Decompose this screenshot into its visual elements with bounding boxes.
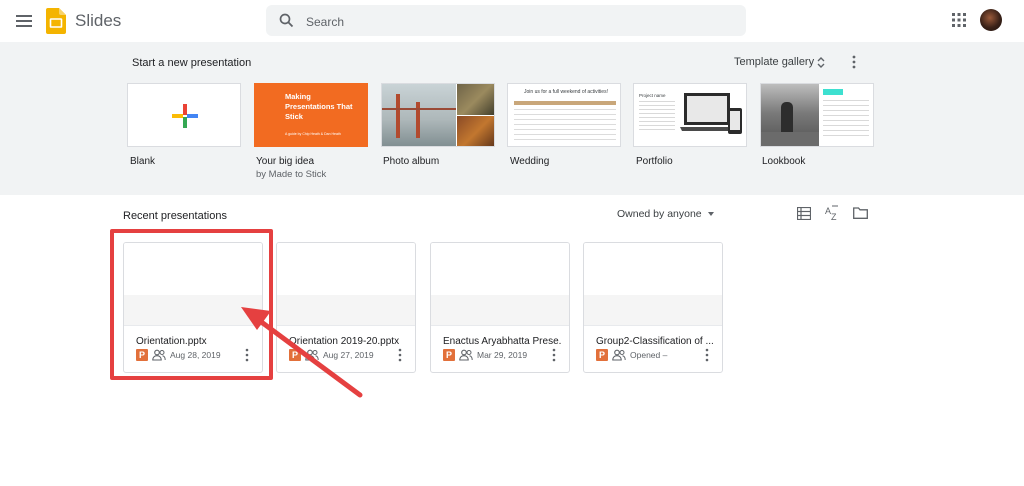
file-date: Aug 27, 2019 <box>323 350 374 360</box>
account-avatar[interactable] <box>980 9 1002 31</box>
template-subtitle: by Made to Stick <box>256 169 327 180</box>
unfold-icon[interactable] <box>817 56 825 69</box>
recent-presentations-title: Recent presentations <box>123 210 227 222</box>
powerpoint-icon: P <box>596 349 608 361</box>
more-vert-icon[interactable] <box>704 348 710 362</box>
main-menu-icon[interactable] <box>14 12 34 30</box>
app-name: Slides <box>75 11 122 30</box>
section-title: Start a new presentation <box>132 57 252 69</box>
shared-people-icon <box>612 349 626 361</box>
laptop-phone-illustration <box>680 93 742 134</box>
apps-grid-icon[interactable] <box>952 13 966 27</box>
photo-bridge-image <box>382 84 456 146</box>
lookbook-photo <box>761 84 819 146</box>
template-label: Your big idea <box>256 156 315 167</box>
template-thumb-subtext: A guide by Chip Heath & Dan Heath <box>285 132 341 136</box>
powerpoint-icon: P <box>443 349 455 361</box>
photo-landscape-image <box>457 84 494 115</box>
slides-logo-icon[interactable] <box>46 8 66 34</box>
start-new-presentation-section: Start a new presentation Template galler… <box>0 42 1024 195</box>
template-label: Lookbook <box>762 156 806 167</box>
template-thumb-title: Join us for a full weekend of activities… <box>524 89 608 95</box>
dropdown-caret-icon <box>707 212 714 217</box>
template-thumb-title: Making Presentations That Stick <box>285 92 353 121</box>
more-vert-icon[interactable] <box>851 55 857 69</box>
owner-filter-dropdown[interactable]: Owned by anyone <box>617 208 714 220</box>
folder-icon[interactable] <box>853 207 868 219</box>
shared-people-icon <box>459 349 473 361</box>
plus-icon <box>172 104 198 128</box>
search-input[interactable] <box>304 5 728 38</box>
file-name: Orientation 2019-20.pptx <box>289 336 400 347</box>
template-your-big-idea[interactable]: Making Presentations That Stick A guide … <box>254 83 368 147</box>
sort-az-icon[interactable]: A Z <box>824 205 840 221</box>
shared-people-icon <box>305 349 319 361</box>
list-view-icon[interactable] <box>797 207 811 220</box>
photo-food-image <box>457 116 494 146</box>
template-label: Blank <box>130 156 156 167</box>
template-thumb-title: Project name <box>639 93 666 98</box>
template-label: Wedding <box>510 156 550 167</box>
file-card[interactable]: Group2-Classification of ... P Opened – <box>583 242 723 373</box>
powerpoint-icon: P <box>289 349 301 361</box>
wedding-text-lines <box>514 109 616 143</box>
owner-filter-label: Owned by anyone <box>617 208 702 220</box>
wedding-bar <box>514 101 616 105</box>
more-vert-icon[interactable] <box>551 348 557 362</box>
portfolio-text-lines <box>639 101 675 131</box>
template-portfolio[interactable]: Project name <box>633 83 747 147</box>
file-card[interactable]: Orientation 2019-20.pptx P Aug 27, 2019 <box>276 242 416 373</box>
template-wedding[interactable]: Join us for a full weekend of activities… <box>507 83 621 147</box>
file-thumbnail <box>584 243 722 326</box>
file-thumbnail <box>277 243 415 326</box>
search-icon <box>279 13 294 28</box>
file-name: Group2-Classification of ... <box>596 336 714 347</box>
template-photo-album[interactable] <box>381 83 495 147</box>
file-card[interactable]: Enactus Aryabhatta Prese... P Mar 29, 20… <box>430 242 570 373</box>
template-blank[interactable] <box>127 83 241 147</box>
file-name: Enactus Aryabhatta Prese... <box>443 336 561 347</box>
lookbook-highlight-bar <box>823 89 843 95</box>
template-gallery-button[interactable]: Template gallery <box>734 56 814 68</box>
search-bar[interactable] <box>266 5 746 38</box>
template-label: Portfolio <box>636 156 673 167</box>
template-label: Photo album <box>383 156 440 167</box>
file-thumbnail <box>431 243 569 326</box>
more-vert-icon[interactable] <box>397 348 403 362</box>
file-date: Mar 29, 2019 <box>477 350 528 360</box>
lookbook-text-lines <box>823 100 869 140</box>
highlight-box-annotation <box>110 229 273 380</box>
svg-text:Z: Z <box>831 212 837 221</box>
file-date: Opened – <box>630 350 668 360</box>
top-bar: Slides <box>0 0 1024 42</box>
template-lookbook[interactable] <box>760 83 874 147</box>
